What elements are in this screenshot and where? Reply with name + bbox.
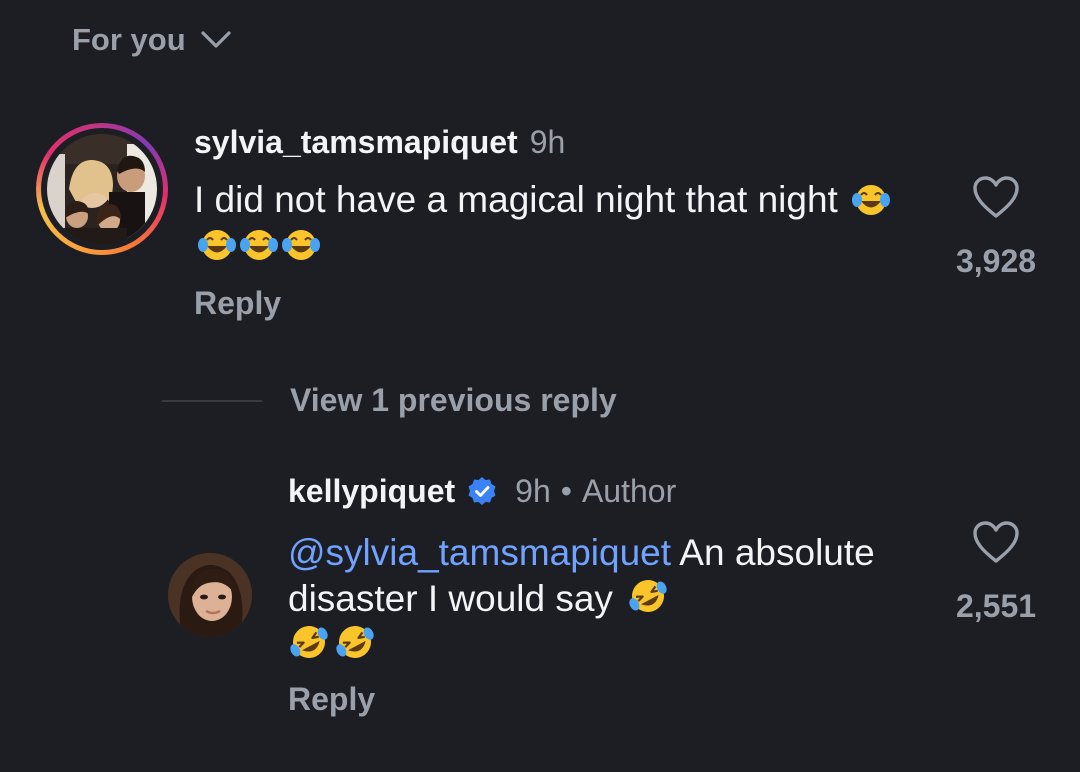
thread-divider xyxy=(162,399,262,402)
mention-link[interactable]: @sylvia_tamsmapiquet xyxy=(288,532,671,573)
tears-of-joy-icon xyxy=(240,230,278,260)
comment-text: I did not have a magical night that nigh… xyxy=(194,177,894,267)
heart-icon[interactable] xyxy=(972,520,1020,564)
rofl-emoji-group xyxy=(288,624,376,665)
sort-dropdown[interactable]: For you xyxy=(72,22,232,58)
reply-time: 9h xyxy=(515,473,551,509)
comment-time: 9h xyxy=(529,124,566,160)
comment-item: sylvia_tamsmapiquet 9h I did not have a … xyxy=(36,123,1046,322)
chevron-down-icon xyxy=(201,31,231,48)
rolling-laughing-icon xyxy=(290,626,328,658)
reply-button[interactable]: Reply xyxy=(288,681,946,718)
like-count: 3,928 xyxy=(955,243,1037,279)
rofl-emoji-group xyxy=(623,578,669,619)
comment-username[interactable]: sylvia_tamsmapiquet xyxy=(194,123,518,161)
reply-text: @sylvia_tamsmapiquet An absolute disaste… xyxy=(288,530,908,667)
tears-of-joy-icon xyxy=(852,185,891,215)
sort-label: For you xyxy=(72,22,186,57)
avatar-wrapper[interactable] xyxy=(168,472,252,718)
view-replies-label: View 1 previous reply xyxy=(290,382,617,418)
author-label: Author xyxy=(581,473,677,509)
reply-button[interactable]: Reply xyxy=(194,285,946,322)
reply-item: kellypiquet 9h • Author @sylvia_tamsmapi… xyxy=(168,472,1046,718)
avatar xyxy=(168,553,252,637)
tears-of-joy-icon xyxy=(198,230,236,260)
rolling-laughing-icon xyxy=(629,580,667,612)
rolling-laughing-icon xyxy=(336,626,374,658)
comment-body: I did not have a magical night that nigh… xyxy=(194,179,838,220)
like-count: 2,551 xyxy=(955,588,1037,624)
tears-of-joy-icon xyxy=(282,230,320,260)
meta-separator: • xyxy=(560,473,572,509)
avatar xyxy=(47,134,157,244)
verified-badge-icon xyxy=(467,476,497,506)
avatar-story-ring[interactable] xyxy=(36,123,168,255)
reply-username[interactable]: kellypiquet xyxy=(288,472,455,510)
heart-icon[interactable] xyxy=(972,175,1020,219)
view-previous-replies[interactable]: View 1 previous reply xyxy=(162,382,617,419)
